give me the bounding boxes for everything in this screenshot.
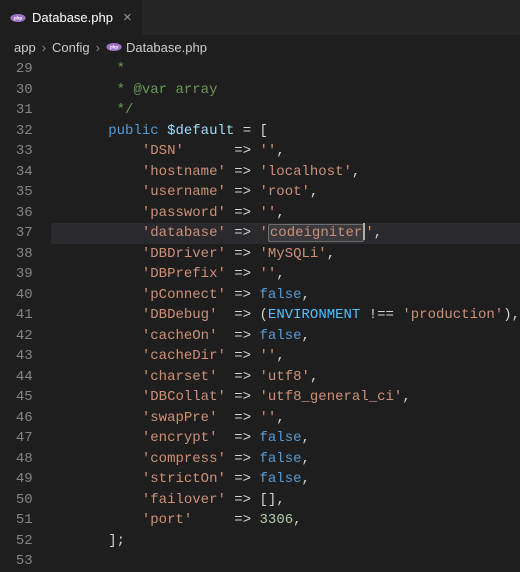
code-line[interactable]: 'password' => '', (51, 203, 520, 224)
line-number: 32 (0, 121, 33, 142)
code-line[interactable]: 'cacheOn' => false, (51, 326, 520, 347)
code-area[interactable]: * * @var array */ public $default = [ 'D… (51, 59, 520, 527)
breadcrumb-item[interactable]: Config (52, 40, 90, 55)
editor[interactable]: 2930313233343536373839404142434445464748… (0, 59, 520, 527)
code-line[interactable]: * @var array (51, 80, 520, 101)
code-line[interactable]: 'DBDriver' => 'MySQLi', (51, 244, 520, 265)
code-line[interactable]: 'database' => 'codeigniter', (51, 223, 520, 244)
code-line[interactable] (51, 551, 520, 572)
line-number: 49 (0, 469, 33, 490)
line-number: 42 (0, 326, 33, 347)
code-line[interactable]: 'cacheDir' => '', (51, 346, 520, 367)
code-line[interactable]: */ (51, 100, 520, 121)
code-line[interactable]: 'DBPrefix' => '', (51, 264, 520, 285)
svg-text:php: php (110, 45, 118, 50)
chevron-right-icon: › (94, 40, 102, 55)
tab-bar: php Database.php × (0, 0, 520, 35)
code-line[interactable]: 'hostname' => 'localhost', (51, 162, 520, 183)
line-number: 37 (0, 223, 33, 244)
chevron-right-icon: › (40, 40, 48, 55)
line-number: 53 (0, 551, 33, 572)
code-line[interactable]: 'swapPre' => '', (51, 408, 520, 429)
svg-text:php: php (14, 15, 22, 20)
php-icon: php (106, 39, 122, 55)
line-number: 34 (0, 162, 33, 183)
line-number: 39 (0, 264, 33, 285)
selection: codeigniter (268, 224, 364, 242)
line-number: 30 (0, 80, 33, 101)
text-cursor (363, 223, 365, 240)
line-number: 51 (0, 510, 33, 531)
close-icon[interactable]: × (123, 9, 132, 26)
code-line[interactable]: 'strictOn' => false, (51, 469, 520, 490)
code-line[interactable]: 'encrypt' => false, (51, 428, 520, 449)
line-number: 43 (0, 346, 33, 367)
line-number: 33 (0, 141, 33, 162)
line-number: 40 (0, 285, 33, 306)
line-number: 47 (0, 428, 33, 449)
breadcrumb[interactable]: app › Config › php Database.php (0, 35, 520, 59)
line-number: 29 (0, 59, 33, 80)
tab-database-php[interactable]: php Database.php × (0, 0, 143, 35)
breadcrumb-item[interactable]: app (14, 40, 36, 55)
line-number: 52 (0, 531, 33, 552)
code-line[interactable]: * (51, 59, 520, 80)
line-number: 31 (0, 100, 33, 121)
code-line[interactable]: 'port' => 3306, (51, 510, 520, 531)
code-line[interactable]: 'DBDebug' => (ENVIRONMENT !== 'productio… (51, 305, 520, 326)
code-line[interactable]: 'compress' => false, (51, 449, 520, 470)
line-number: 45 (0, 387, 33, 408)
line-number: 38 (0, 244, 33, 265)
code-line[interactable]: ]; (51, 531, 520, 552)
code-line[interactable]: 'username' => 'root', (51, 182, 520, 203)
code-line[interactable]: 'failover' => [], (51, 490, 520, 511)
code-line[interactable]: 'charset' => 'utf8', (51, 367, 520, 388)
line-number: 50 (0, 490, 33, 511)
breadcrumb-item[interactable]: Database.php (126, 40, 207, 55)
line-number: 44 (0, 367, 33, 388)
line-number: 41 (0, 305, 33, 326)
php-icon: php (10, 10, 26, 26)
line-number: 46 (0, 408, 33, 429)
line-number: 48 (0, 449, 33, 470)
line-number-gutter: 2930313233343536373839404142434445464748… (0, 59, 51, 527)
code-line[interactable]: 'pConnect' => false, (51, 285, 520, 306)
tab-label: Database.php (32, 10, 113, 25)
line-number: 35 (0, 182, 33, 203)
code-line[interactable]: 'DBCollat' => 'utf8_general_ci', (51, 387, 520, 408)
code-line[interactable]: public $default = [ (51, 121, 520, 142)
line-number: 36 (0, 203, 33, 224)
code-line[interactable]: 'DSN' => '', (51, 141, 520, 162)
